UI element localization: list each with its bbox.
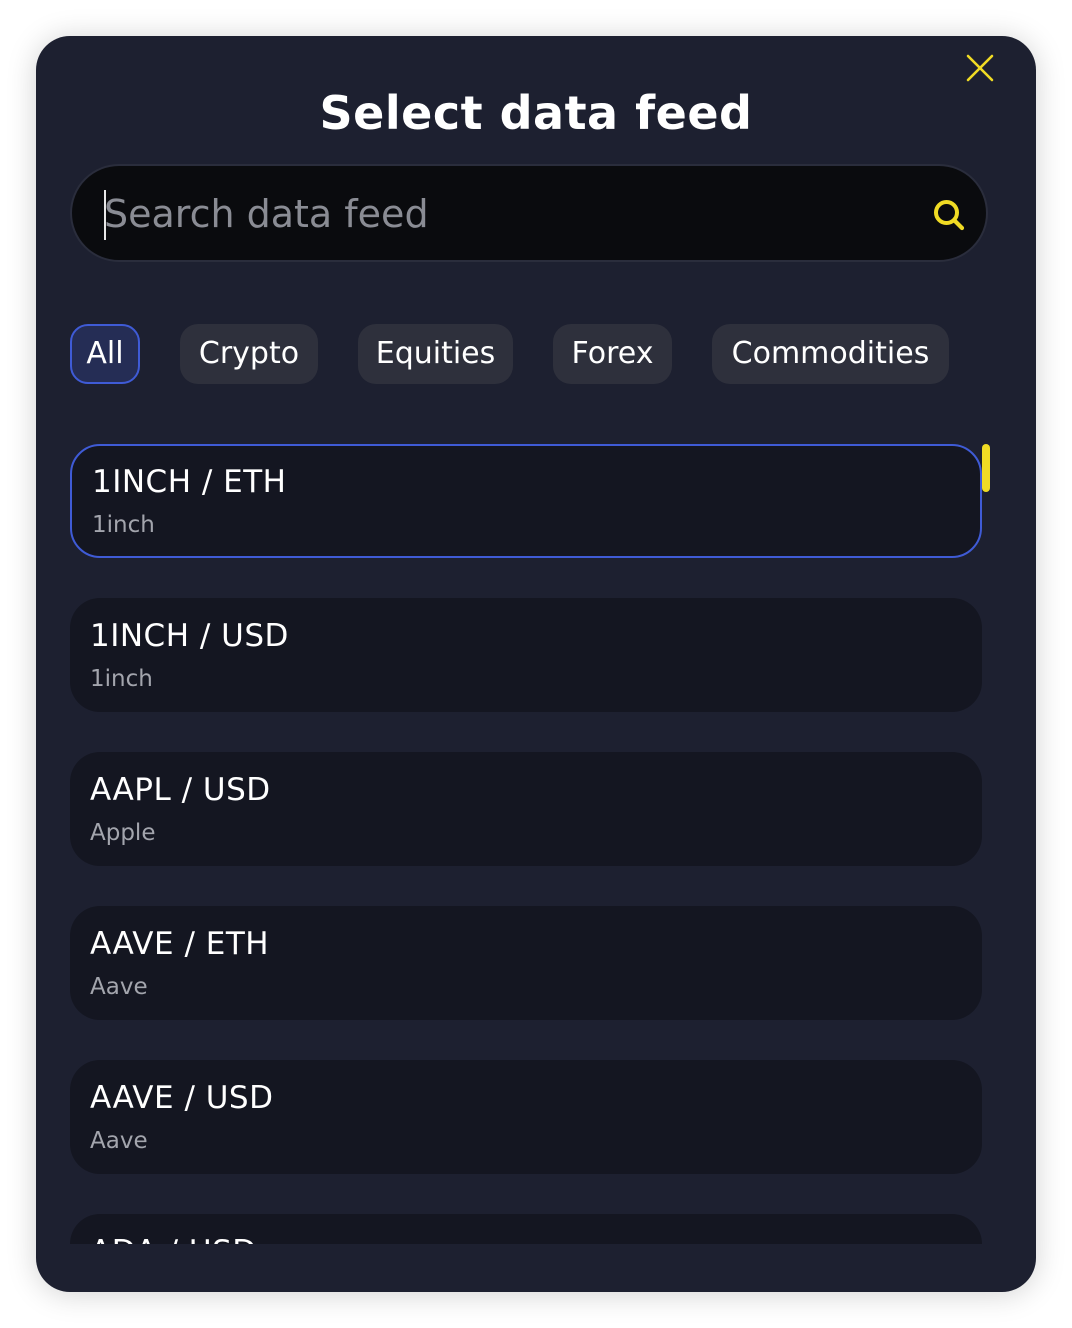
feed-name: Aave: [90, 974, 148, 1000]
feed-item-ada-usd[interactable]: ADA / USD: [70, 1214, 982, 1244]
feed-item-1inch-eth[interactable]: 1INCH / ETH 1inch: [70, 444, 982, 558]
feed-name: 1inch: [90, 666, 153, 692]
tab-forex[interactable]: Forex: [553, 324, 672, 384]
tab-crypto[interactable]: Crypto: [180, 324, 318, 384]
feed-item-1inch-usd[interactable]: 1INCH / USD 1inch: [70, 598, 982, 712]
data-feed-list: 1INCH / ETH 1inch 1INCH / USD 1inch AAPL…: [70, 444, 982, 1244]
search-bar: [70, 164, 988, 262]
select-data-feed-modal: Select data feed All Crypto Equities For…: [36, 36, 1036, 1292]
tab-equities[interactable]: Equities: [358, 324, 513, 384]
feed-item-aapl-usd[interactable]: AAPL / USD Apple: [70, 752, 982, 866]
feed-name: 1inch: [92, 512, 155, 538]
feed-pair: ADA / USD: [90, 1234, 257, 1244]
tab-commodities[interactable]: Commodities: [712, 324, 949, 384]
search-icon: [934, 200, 965, 231]
feed-pair: AAVE / USD: [90, 1080, 274, 1116]
feed-item-aave-usd[interactable]: AAVE / USD Aave: [70, 1060, 982, 1174]
feed-item-aave-eth[interactable]: AAVE / ETH Aave: [70, 906, 982, 1020]
feed-pair: 1INCH / ETH: [92, 464, 287, 500]
text-cursor: [104, 190, 106, 240]
search-input[interactable]: [104, 182, 884, 246]
modal-title: Select data feed: [319, 86, 753, 140]
tab-all[interactable]: All: [70, 324, 140, 384]
close-icon: [966, 54, 994, 82]
search-button[interactable]: [932, 198, 966, 232]
list-scrollbar-thumb[interactable]: [982, 444, 990, 492]
feed-name: Aave: [90, 1128, 148, 1154]
feed-pair: AAPL / USD: [90, 772, 271, 808]
feed-pair: AAVE / ETH: [90, 926, 270, 962]
feed-name: Apple: [90, 820, 156, 846]
feed-pair: 1INCH / USD: [90, 618, 289, 654]
close-button[interactable]: [960, 48, 1000, 88]
